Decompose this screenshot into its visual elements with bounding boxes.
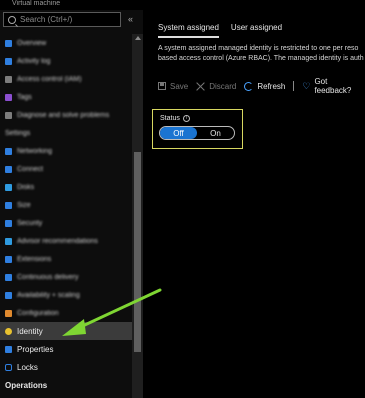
sidebar-item-tags[interactable]: Tags — [0, 88, 132, 106]
sidebar-item-label: Configuration — [17, 309, 59, 317]
sidebar-scrollbar[interactable] — [132, 34, 143, 398]
extensions-icon — [5, 255, 12, 263]
status-off-option[interactable]: Off — [160, 127, 197, 139]
sidebar-item-label: Connect — [17, 165, 44, 173]
refresh-button[interactable]: Refresh — [244, 81, 286, 91]
feedback-label: Got feedback? — [314, 77, 352, 95]
sidebar-item-advisor[interactable]: Advisor recommendations — [0, 232, 132, 250]
search-icon — [8, 15, 16, 24]
configuration-icon — [5, 309, 12, 317]
sidebar-item-label: Security — [17, 219, 43, 227]
status-label-row: Status i — [160, 115, 190, 122]
save-label: Save — [170, 81, 189, 91]
advisor-icon — [5, 237, 12, 245]
sidebar-item-extensions[interactable]: Extensions — [0, 250, 132, 268]
sidebar-item-locks[interactable]: Locks — [0, 358, 132, 376]
sidebar-item-networking[interactable]: Networking — [0, 142, 132, 160]
sidebar-item-label: Properties — [17, 344, 54, 354]
monitor-icon — [5, 201, 12, 209]
lock-icon — [5, 363, 12, 371]
sidebar-item-diagnose[interactable]: Diagnose and solve problems — [0, 106, 132, 124]
description-line: based access control (Azure RBAC). The m… — [158, 55, 364, 62]
search-input[interactable] — [20, 15, 120, 24]
sidebar-item-activity-log[interactable]: Activity log — [0, 52, 132, 70]
resource-type-label: Virtual machine — [12, 0, 61, 7]
save-button[interactable]: Save — [158, 82, 188, 91]
activity-log-icon — [5, 57, 12, 65]
nav-menu: Overview Activity log Access control (IA… — [0, 34, 132, 394]
heart-icon: ♡ — [302, 80, 311, 91]
scroll-thumb[interactable] — [134, 152, 141, 352]
header: Virtual machine — [0, 0, 365, 10]
sidebar-item-connect[interactable]: Connect — [0, 160, 132, 178]
sidebar-item-availability[interactable]: Availability + scaling — [0, 286, 132, 304]
sidebar-item-label: Activity log — [17, 57, 51, 65]
search-box[interactable] — [3, 12, 121, 27]
sidebar-item-label: Disks — [17, 183, 35, 191]
properties-icon — [5, 345, 12, 353]
sidebar-item-identity[interactable]: Identity — [0, 322, 132, 340]
sidebar-item-overview[interactable]: Overview — [0, 34, 132, 52]
main-panel: System assigned User assigned A system a… — [150, 10, 365, 398]
description-line: A system assigned managed identity is re… — [158, 45, 359, 52]
availability-icon — [5, 291, 12, 299]
sidebar-item-label: Advisor recommendations — [17, 237, 98, 245]
collapse-sidebar-icon[interactable]: « — [128, 14, 133, 24]
shield-icon — [5, 219, 12, 227]
sidebar-item-label: Identity — [17, 326, 43, 336]
info-icon[interactable]: i — [182, 115, 190, 122]
sidebar-item-continuous-delivery[interactable]: Continuous delivery — [0, 268, 132, 286]
sidebar-item-configuration[interactable]: Configuration — [0, 304, 132, 322]
disk-icon — [5, 183, 12, 191]
tag-icon — [5, 93, 12, 101]
sidebar-item-label: Access control (IAM) — [17, 75, 82, 83]
toolbar-divider — [293, 81, 295, 91]
connect-icon — [5, 165, 12, 173]
discard-label: Discard — [209, 81, 237, 91]
sidebar-item-label: Tags — [17, 93, 32, 101]
tab-system-assigned[interactable]: System assigned — [158, 23, 219, 38]
feedback-button[interactable]: ♡ Got feedback? — [302, 77, 365, 95]
sidebar-item-label: Networking — [17, 147, 53, 155]
sidebar-item-label: Locks — [17, 362, 38, 372]
sidebar-item-access-control[interactable]: Access control (IAM) — [0, 70, 132, 88]
wrench-icon — [5, 111, 12, 119]
description-text: A system assigned managed identity is re… — [158, 44, 365, 64]
sidebar: « Overview Activity log Access control (… — [0, 10, 143, 398]
key-icon — [5, 327, 12, 335]
refresh-label: Refresh — [257, 81, 286, 91]
access-control-icon — [5, 75, 12, 83]
save-icon — [158, 82, 166, 90]
scroll-up-icon[interactable] — [135, 36, 141, 40]
status-label: Status — [160, 115, 180, 122]
sidebar-item-label: Continuous delivery — [17, 273, 79, 281]
delivery-icon — [5, 273, 12, 281]
section-settings: Settings — [5, 129, 31, 137]
status-highlight-box: Status i Off On — [152, 109, 243, 149]
status-toggle[interactable]: Off On — [159, 126, 235, 140]
sidebar-item-security[interactable]: Security — [0, 214, 132, 232]
discard-button[interactable]: Discard — [196, 82, 236, 91]
sidebar-item-disks[interactable]: Disks — [0, 178, 132, 196]
sidebar-item-label: Diagnose and solve problems — [17, 111, 110, 119]
overview-icon — [5, 39, 12, 47]
sidebar-item-label: Size — [17, 201, 31, 209]
tab-user-assigned[interactable]: User assigned — [231, 23, 282, 38]
networking-icon — [5, 147, 12, 155]
close-icon — [196, 82, 205, 91]
sidebar-item-label: Extensions — [17, 255, 52, 263]
refresh-icon — [244, 81, 254, 91]
sidebar-item-properties[interactable]: Properties — [0, 340, 132, 358]
section-operations: Operations — [5, 380, 48, 390]
identity-tabs: System assigned User assigned — [158, 23, 282, 38]
sidebar-item-label: Overview — [17, 39, 47, 47]
toolbar: Save Discard Refresh ♡ Got feedback? — [158, 77, 365, 95]
sidebar-item-size[interactable]: Size — [0, 196, 132, 214]
sidebar-item-label: Availability + scaling — [17, 291, 80, 299]
status-on-option[interactable]: On — [197, 127, 234, 139]
